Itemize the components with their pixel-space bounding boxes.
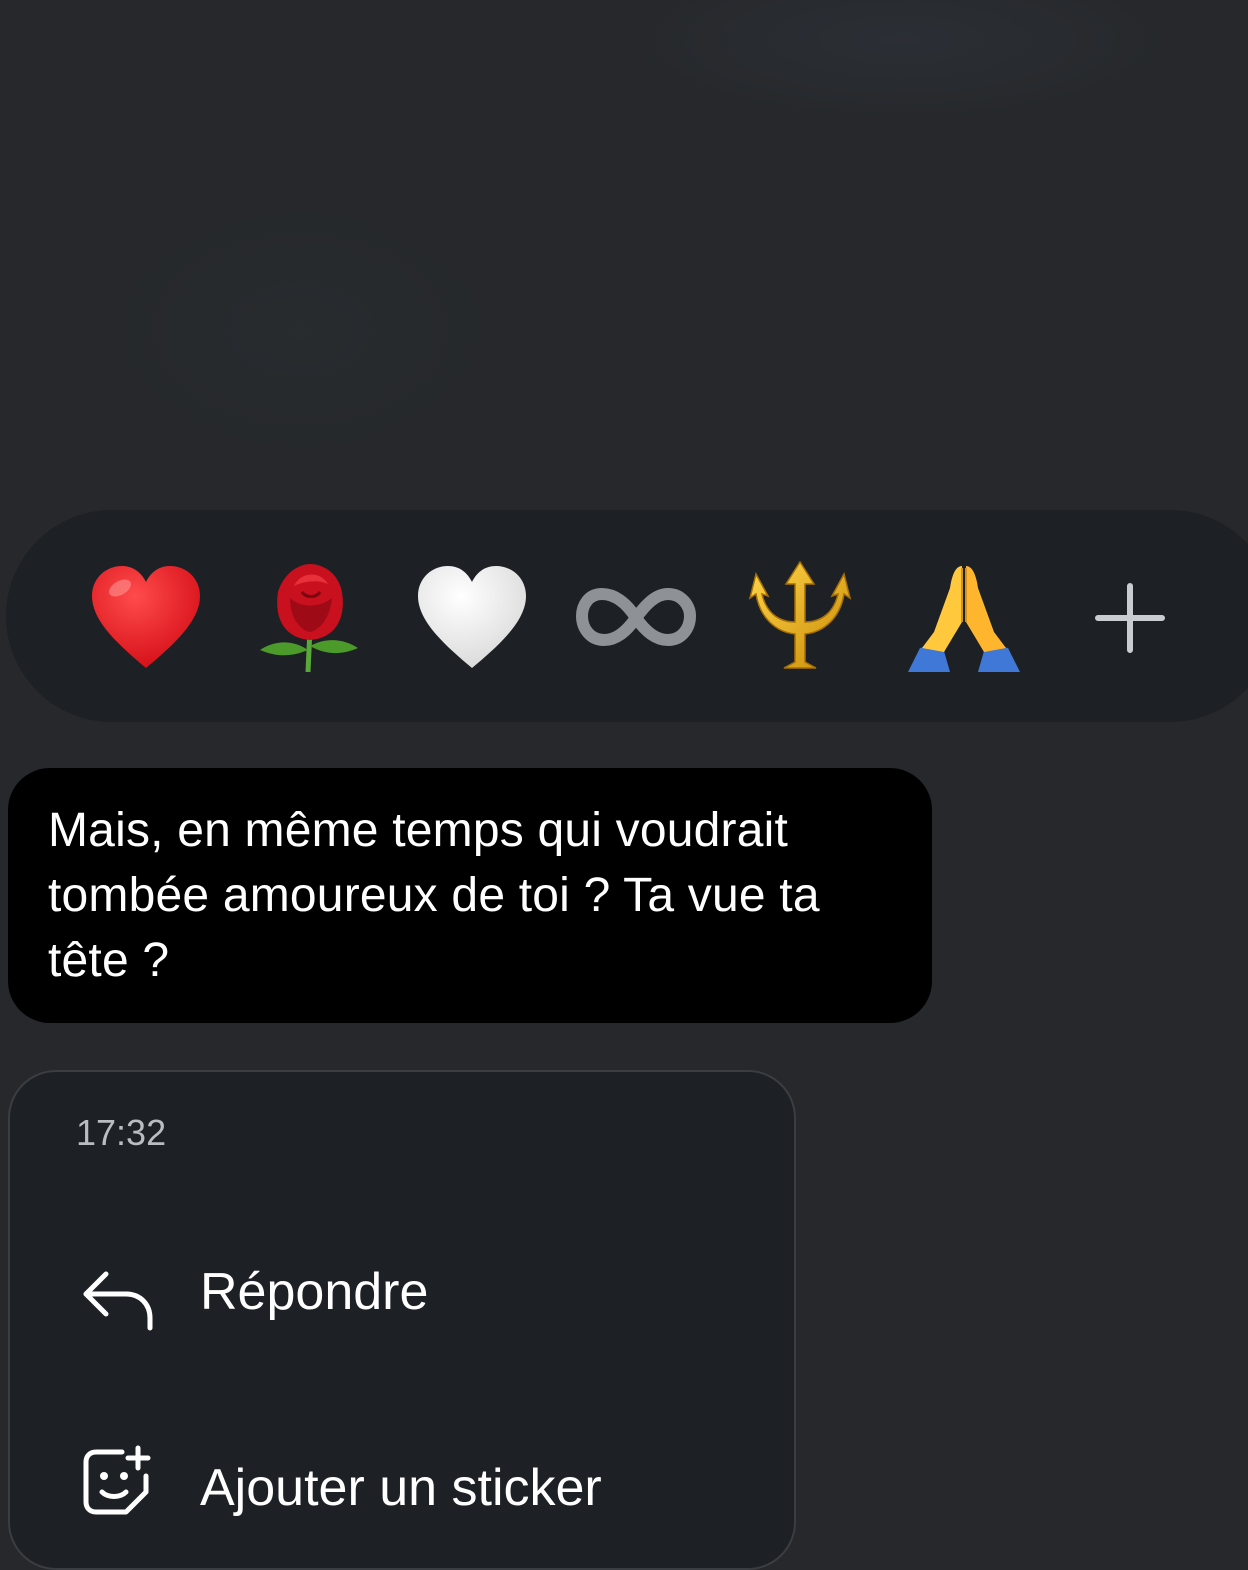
plus-icon [1095,583,1165,653]
blurred-chat-background [0,0,1248,520]
message-line-1: Mais, en même temps qui voudrait [48,804,789,857]
white-heart-icon [418,566,526,668]
message-line-3: tête ? [48,934,170,987]
reply-label: Répondre [200,1263,429,1321]
message-bubble[interactable]: Mais, en même temps qui voudrait tombée … [8,768,932,1023]
reaction-more-button[interactable] [1070,558,1190,678]
red-heart-icon [92,566,200,668]
reaction-trident[interactable] [740,558,860,678]
reply-arrow-icon [83,1271,153,1331]
message-timestamp: 17:32 [76,1112,167,1153]
reaction-red-heart[interactable] [86,558,206,678]
reaction-infinity[interactable] [576,558,696,678]
reaction-rose[interactable] [250,558,370,678]
reaction-folded-hands[interactable] [904,558,1024,678]
add-sticker-menu-item[interactable]: Ajouter un sticker [10,1422,794,1532]
message-line-2: tombée amoureux de toi ? Ta vue ta [48,869,820,922]
reply-menu-item[interactable]: Répondre [10,1240,794,1350]
infinity-icon [576,587,696,647]
add-sticker-label: Ajouter un sticker [200,1459,602,1517]
rose-icon [260,564,358,673]
trident-icon [748,560,852,669]
sticker-add-icon [83,1445,151,1515]
message-action-menu: 17:32 Répondre Ajouter un sticker [8,1070,796,1570]
reaction-white-heart[interactable] [412,558,532,678]
folded-hands-icon [908,566,1020,672]
